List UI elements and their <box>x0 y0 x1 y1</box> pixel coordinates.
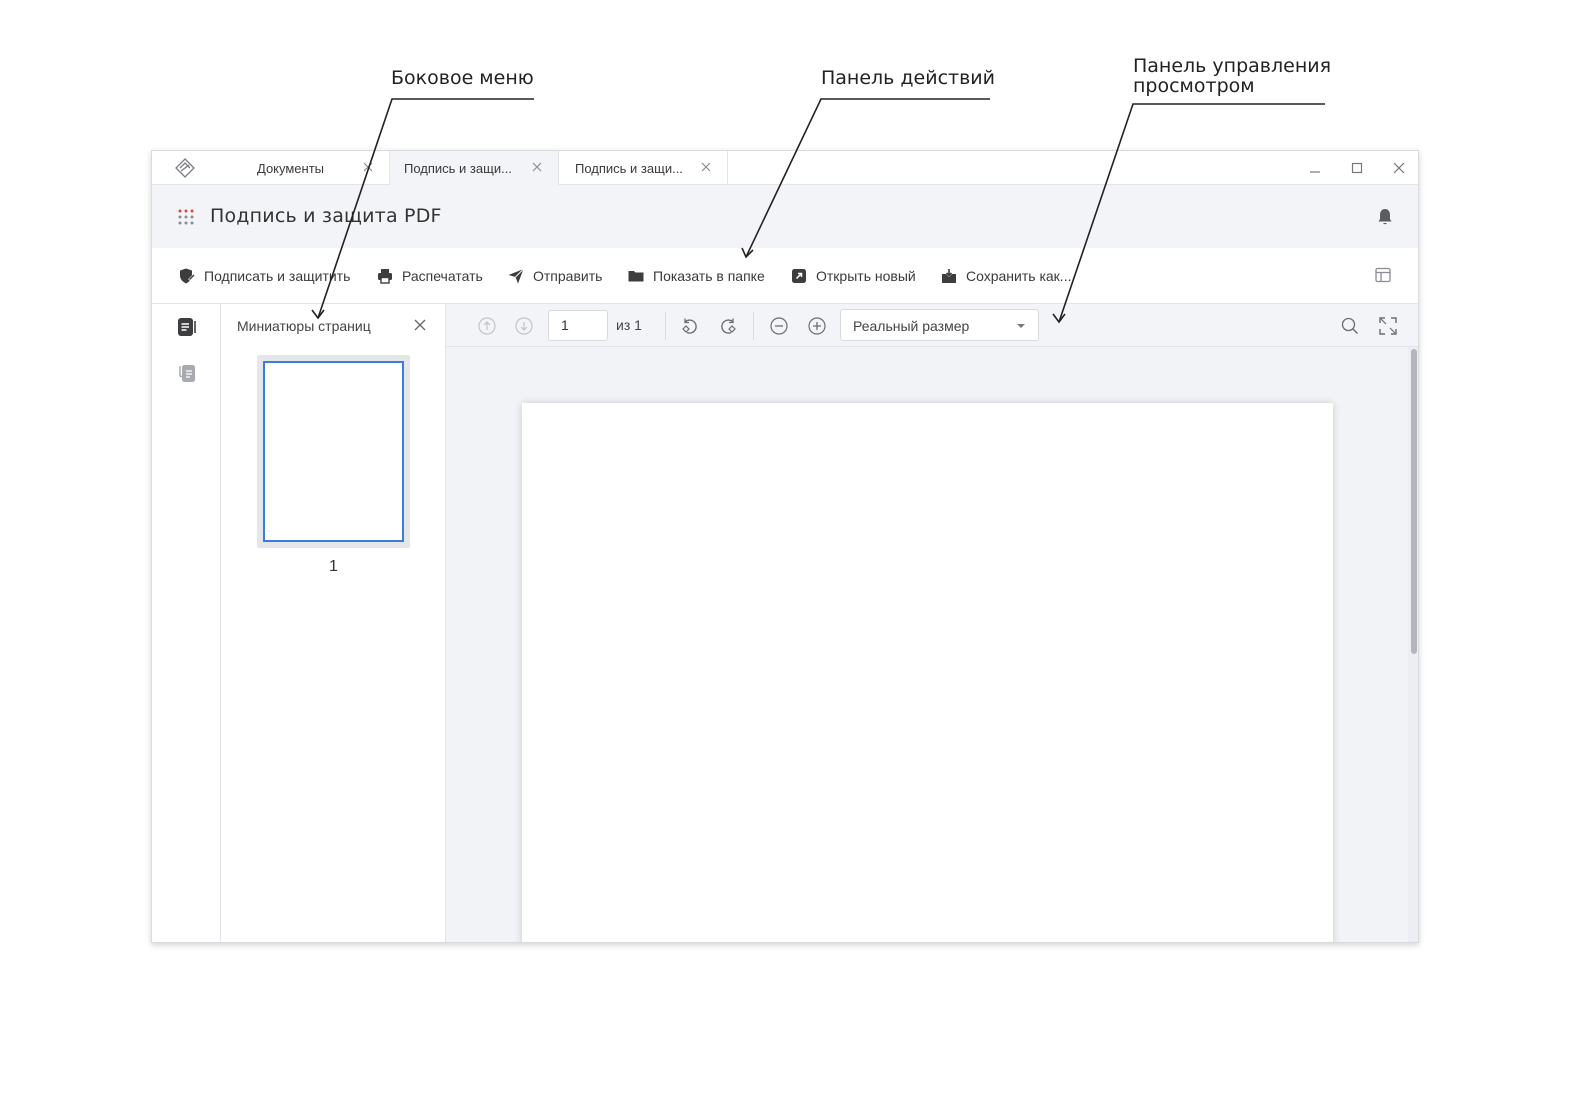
tab-label: Документы <box>257 160 325 176</box>
tab-label: Подпись и защи... <box>575 160 683 176</box>
sign-and-protect-button[interactable]: Подписать и защитить <box>178 265 350 287</box>
sign-and-protect-label: Подписать и защитить <box>204 268 351 284</box>
previous-page-icon[interactable] <box>477 316 497 336</box>
layout-toggle-icon[interactable] <box>1374 266 1392 284</box>
app-header: Подпись и защита PDF <box>152 185 1418 248</box>
thumbnails-title: Миниатюры страниц <box>237 318 371 334</box>
maximize-icon[interactable] <box>1348 159 1366 177</box>
shield-pen-icon <box>180 268 196 284</box>
tab-label: Подпись и защи... <box>404 160 512 176</box>
tab-documents[interactable]: Документы <box>221 151 390 185</box>
print-button[interactable]: Распечатать <box>376 265 483 287</box>
show-in-folder-label: Показать в папке <box>653 268 765 284</box>
tab-sign-protect[interactable]: Подпись и защи... <box>559 151 728 185</box>
app-logo-icon <box>175 158 195 178</box>
open-external-icon <box>792 269 806 283</box>
rotate-left-icon[interactable] <box>680 316 700 336</box>
search-icon[interactable] <box>1340 316 1360 336</box>
apps-grid-icon[interactable] <box>178 209 194 225</box>
actions-panel: Подписать и защитить Распечатать Отправи… <box>152 248 1418 304</box>
send-button[interactable]: Отправить <box>507 265 602 287</box>
chevron-down-icon <box>1017 324 1025 328</box>
thumbnail-page-number: 1 <box>329 558 338 575</box>
app-window: Документы Подпись и защи... Подпись и за… <box>151 150 1419 943</box>
thumbnail-page-preview <box>263 361 404 542</box>
rotate-right-icon[interactable] <box>718 316 738 336</box>
scrollbar-thumb[interactable] <box>1411 349 1417 654</box>
minimize-icon[interactable] <box>1306 159 1324 177</box>
save-as-label: Сохранить как... <box>966 268 1072 284</box>
callout-view-control-line1: Панель управления <box>1133 55 1332 77</box>
open-new-button[interactable]: Открыть новый <box>790 265 916 287</box>
vertical-scrollbar[interactable] <box>1408 347 1418 942</box>
show-in-folder-button[interactable]: Показать в папке <box>627 265 765 287</box>
view-control-panel: 1 из 1 Реальный размер <box>446 304 1418 347</box>
page-thumbnails-icon[interactable] <box>176 316 198 338</box>
toolbar-divider <box>753 312 754 340</box>
save-download-icon <box>942 269 956 283</box>
tab-close-icon[interactable] <box>361 160 375 174</box>
toolbar-divider <box>665 312 666 340</box>
paper-plane-icon <box>508 268 524 284</box>
send-label: Отправить <box>533 268 603 284</box>
zoom-level-select[interactable]: Реальный размер <box>840 309 1039 341</box>
document-viewer[interactable] <box>446 347 1418 942</box>
callout-view-control-line2: просмотром <box>1133 75 1255 97</box>
folder-icon <box>628 271 644 282</box>
page-number-input[interactable]: 1 <box>548 310 608 341</box>
page-thumbnails-panel: Миниатюры страниц 1 <box>221 304 446 942</box>
tab-close-icon[interactable] <box>530 160 544 174</box>
callout-actions-panel: Панель действий <box>821 67 996 89</box>
fullscreen-icon[interactable] <box>1378 316 1398 336</box>
close-window-icon[interactable] <box>1390 159 1408 177</box>
close-panel-icon[interactable] <box>413 318 427 332</box>
callout-sidebar: Боковое меню <box>391 67 534 89</box>
next-page-icon[interactable] <box>514 316 534 336</box>
page-count-label: из 1 <box>616 317 642 333</box>
page-thumbnail[interactable] <box>257 355 410 548</box>
side-menu <box>152 304 221 942</box>
app-title: Подпись и защита PDF <box>210 205 442 227</box>
save-as-button[interactable]: Сохранить как... <box>940 265 1071 287</box>
tab-sign-protect-active[interactable]: Подпись и защи... <box>390 151 559 185</box>
zoom-level-value: Реальный размер <box>853 318 970 334</box>
printer-icon <box>378 269 392 284</box>
annotated-screenshot: Боковое меню Панель действий Панель упра… <box>0 0 1578 1099</box>
open-new-label: Открыть новый <box>816 268 916 284</box>
bell-icon[interactable] <box>1376 207 1394 227</box>
title-bar: Документы Подпись и защи... Подпись и за… <box>152 151 1418 185</box>
zoom-in-icon[interactable] <box>807 316 827 336</box>
zoom-out-icon[interactable] <box>769 316 789 336</box>
print-label: Распечатать <box>402 268 483 284</box>
pdf-page <box>522 403 1333 942</box>
tab-close-icon[interactable] <box>699 160 713 174</box>
attachments-icon[interactable] <box>176 362 198 384</box>
